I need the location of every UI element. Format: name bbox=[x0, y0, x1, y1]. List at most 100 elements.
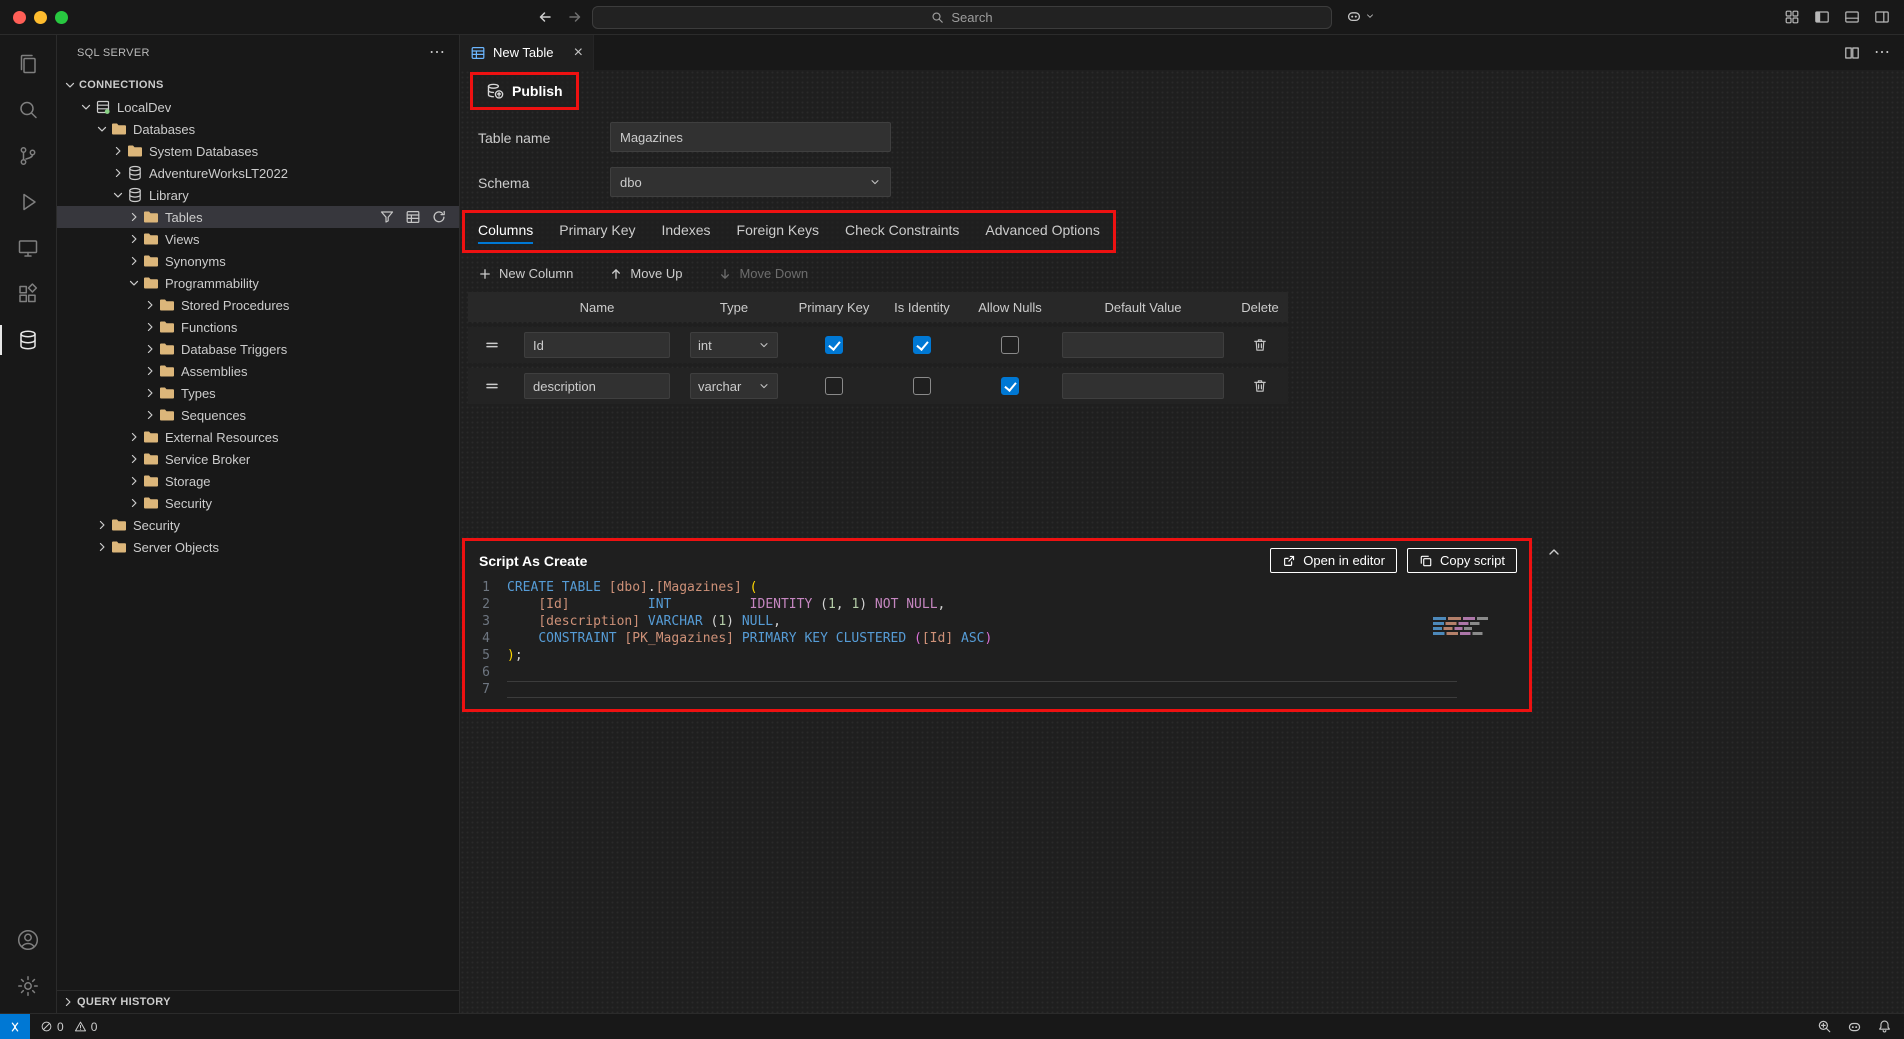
column-name-input[interactable] bbox=[524, 332, 670, 358]
command-center-search[interactable]: Search bbox=[592, 6, 1332, 29]
table-name-input[interactable] bbox=[610, 122, 891, 152]
zoom-icon[interactable] bbox=[1817, 1019, 1832, 1034]
tree-item-types[interactable]: Types bbox=[57, 382, 459, 404]
delete-column-icon[interactable] bbox=[1252, 378, 1268, 394]
column-header-name: Name bbox=[516, 300, 678, 315]
forward-icon[interactable] bbox=[567, 9, 583, 25]
toolbar-new-column-button[interactable]: New Column bbox=[478, 266, 573, 281]
tree-item-database-triggers[interactable]: Database Triggers bbox=[57, 338, 459, 360]
status-bar: 0 0 bbox=[0, 1013, 1904, 1039]
tree-item-synonyms[interactable]: Synonyms bbox=[57, 250, 459, 272]
designer-tab-primary-key[interactable]: Primary Key bbox=[546, 213, 648, 250]
activity-bar-item-sql-server[interactable] bbox=[0, 317, 56, 363]
schema-select[interactable]: dbo bbox=[610, 167, 891, 197]
refresh-icon[interactable] bbox=[431, 209, 447, 225]
copilot-status-icon[interactable] bbox=[1847, 1019, 1862, 1034]
toggle-primary-sidebar-icon[interactable] bbox=[1814, 9, 1830, 25]
tree-item-connections[interactable]: CONNECTIONS bbox=[57, 74, 459, 96]
delete-column-icon[interactable] bbox=[1252, 337, 1268, 353]
designer-tab-columns[interactable]: Columns bbox=[465, 213, 546, 250]
designer-tab-check-constraints[interactable]: Check Constraints bbox=[832, 213, 972, 250]
problems-indicator[interactable]: 0 0 bbox=[40, 1020, 97, 1034]
notifications-bell-icon[interactable] bbox=[1877, 1019, 1892, 1034]
tab-new-table[interactable]: New Table × bbox=[460, 35, 594, 70]
drag-handle-icon[interactable] bbox=[484, 378, 500, 394]
tree-item-security[interactable]: Security bbox=[57, 492, 459, 514]
copilot-menu-button[interactable] bbox=[1346, 8, 1375, 24]
minimize-window-button[interactable] bbox=[34, 11, 47, 24]
tree-item-security[interactable]: Security bbox=[57, 514, 459, 536]
activity-bar-item-source-control[interactable] bbox=[0, 133, 56, 179]
open-in-editor-button[interactable]: Open in editor bbox=[1270, 548, 1397, 573]
tree-item-storage[interactable]: Storage bbox=[57, 470, 459, 492]
copy-script-button[interactable]: Copy script bbox=[1407, 548, 1517, 573]
tree-item-assemblies[interactable]: Assemblies bbox=[57, 360, 459, 382]
activity-bar-item-explorer[interactable] bbox=[0, 41, 56, 87]
filter-icon[interactable] bbox=[379, 209, 395, 225]
column-type-select[interactable]: int bbox=[690, 332, 778, 358]
allow-nulls-checkbox[interactable] bbox=[1001, 377, 1019, 395]
split-editor-icon[interactable] bbox=[1844, 45, 1860, 61]
drag-handle-icon[interactable] bbox=[484, 337, 500, 353]
is-identity-checkbox[interactable] bbox=[913, 336, 931, 354]
tree-item-programmability[interactable]: Programmability bbox=[57, 272, 459, 294]
tree-item-views[interactable]: Views bbox=[57, 228, 459, 250]
close-window-button[interactable] bbox=[13, 11, 26, 24]
column-row-description: varchar bbox=[468, 368, 1288, 404]
close-tab-icon[interactable]: × bbox=[574, 45, 583, 61]
activity-bar-item-account[interactable] bbox=[0, 917, 56, 963]
schema-value: dbo bbox=[620, 175, 642, 190]
tree-item-databases[interactable]: Databases bbox=[57, 118, 459, 140]
tree-item-server-objects[interactable]: Server Objects bbox=[57, 536, 459, 558]
tree-item-sequences[interactable]: Sequences bbox=[57, 404, 459, 426]
publish-button[interactable]: Publish bbox=[477, 79, 572, 103]
editor-tab-bar: New Table × ⋯ bbox=[460, 35, 1904, 70]
activity-bar-item-remote-explorer[interactable] bbox=[0, 225, 56, 271]
is-identity-checkbox[interactable] bbox=[913, 377, 931, 395]
primary-key-checkbox[interactable] bbox=[825, 336, 843, 354]
toggle-secondary-sidebar-icon[interactable] bbox=[1874, 9, 1890, 25]
schema-label: Schema bbox=[478, 175, 529, 191]
default-value-input[interactable] bbox=[1062, 373, 1224, 399]
table-icon[interactable] bbox=[405, 209, 421, 225]
tree-item-tables[interactable]: Tables bbox=[57, 206, 459, 228]
column-name-input[interactable] bbox=[524, 373, 670, 399]
allow-nulls-checkbox[interactable] bbox=[1001, 336, 1019, 354]
script-code-lines: 1CREATE TABLE [dbo].[Magazines] (2 [Id] … bbox=[465, 579, 1529, 698]
tree-item-system-databases[interactable]: System Databases bbox=[57, 140, 459, 162]
primary-key-checkbox[interactable] bbox=[825, 377, 843, 395]
activity-bar-item-extensions[interactable] bbox=[0, 271, 56, 317]
designer-tab-foreign-keys[interactable]: Foreign Keys bbox=[724, 213, 832, 250]
tree-item-stored-procedures[interactable]: Stored Procedures bbox=[57, 294, 459, 316]
back-icon[interactable] bbox=[537, 9, 553, 25]
sidebar-more-actions-icon[interactable]: ⋯ bbox=[429, 45, 445, 61]
toggle-panel-icon[interactable] bbox=[1844, 9, 1860, 25]
vscode-window: Search SQL SERVER ⋯ CONNECTIONSLocalDevD… bbox=[0, 0, 1904, 1039]
tree-item-service-broker[interactable]: Service Broker bbox=[57, 448, 459, 470]
table-icon bbox=[470, 45, 486, 61]
chevron-right-icon bbox=[95, 518, 109, 532]
query-history-section[interactable]: QUERY HISTORY bbox=[57, 990, 459, 1013]
tree-item-functions[interactable]: Functions bbox=[57, 316, 459, 338]
default-value-input[interactable] bbox=[1062, 332, 1224, 358]
maximize-window-button[interactable] bbox=[55, 11, 68, 24]
activity-bar-item-run-debug[interactable] bbox=[0, 179, 56, 225]
column-type-select[interactable]: varchar bbox=[690, 373, 778, 399]
remote-indicator[interactable] bbox=[0, 1014, 30, 1039]
chevron-down-icon bbox=[869, 176, 881, 188]
code-line-7: 7 bbox=[465, 681, 1529, 698]
tree-item-adventureworkslt2022[interactable]: AdventureWorksLT2022 bbox=[57, 162, 459, 184]
toolbar-move-up-button[interactable]: Move Up bbox=[609, 266, 682, 281]
tree-item-external-resources[interactable]: External Resources bbox=[57, 426, 459, 448]
designer-tab-indexes[interactable]: Indexes bbox=[648, 213, 723, 250]
customize-layout-icon[interactable] bbox=[1784, 9, 1800, 25]
collapse-panel-icon[interactable] bbox=[1546, 544, 1562, 560]
editor-more-actions-icon[interactable]: ⋯ bbox=[1874, 45, 1890, 61]
copilot-icon bbox=[1346, 8, 1362, 24]
activity-bar-item-settings[interactable] bbox=[0, 963, 56, 1009]
designer-tab-advanced-options[interactable]: Advanced Options bbox=[972, 213, 1112, 250]
tree-item-localdev[interactable]: LocalDev bbox=[57, 96, 459, 118]
activity-bar-item-search-view[interactable] bbox=[0, 87, 56, 133]
toolbar-move-down-button: Move Down bbox=[718, 266, 808, 281]
tree-item-library[interactable]: Library bbox=[57, 184, 459, 206]
